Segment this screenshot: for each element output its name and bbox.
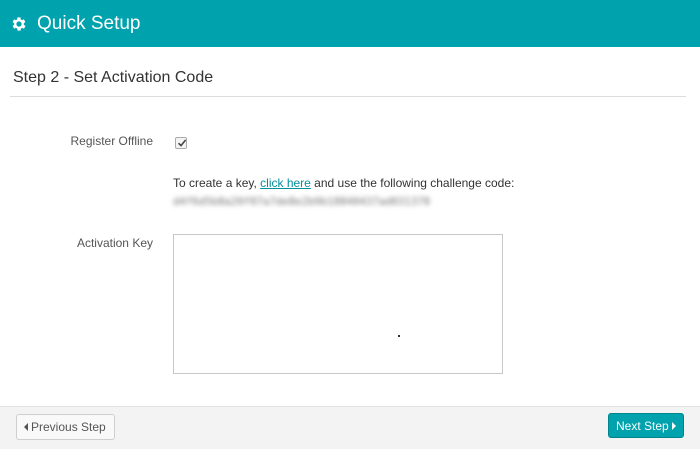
next-step-label: Next Step (616, 418, 669, 433)
caret-left-icon (24, 423, 28, 431)
click-here-link[interactable]: click here (260, 176, 311, 190)
checkmark-icon (177, 139, 187, 147)
previous-step-button[interactable]: Previous Step (16, 414, 115, 440)
next-step-button[interactable]: Next Step (608, 413, 684, 438)
register-offline-checkbox[interactable] (175, 137, 187, 149)
activation-key-input[interactable] (173, 234, 503, 374)
help-text: To create a key, click here and use the … (173, 176, 514, 190)
mouse-cursor-dot (398, 335, 400, 337)
activation-key-label: Activation Key (76, 236, 153, 250)
step-title: Step 2 - Set Activation Code (13, 69, 214, 86)
previous-step-label: Previous Step (31, 420, 106, 434)
caret-right-icon (671, 421, 676, 430)
help-suffix: and use the following challenge code: (310, 176, 515, 190)
register-offline-label: Register Offline (70, 134, 153, 148)
challenge-code: d4f6d5b8a20f07a7de8e2b9b18840437ad031378 (173, 195, 430, 208)
header-bar: Quick Setup (0, 0, 700, 47)
gear-icon (10, 15, 28, 33)
divider (10, 96, 686, 97)
app-title: Quick Setup (37, 12, 141, 34)
help-prefix: To create a key, (173, 176, 261, 190)
